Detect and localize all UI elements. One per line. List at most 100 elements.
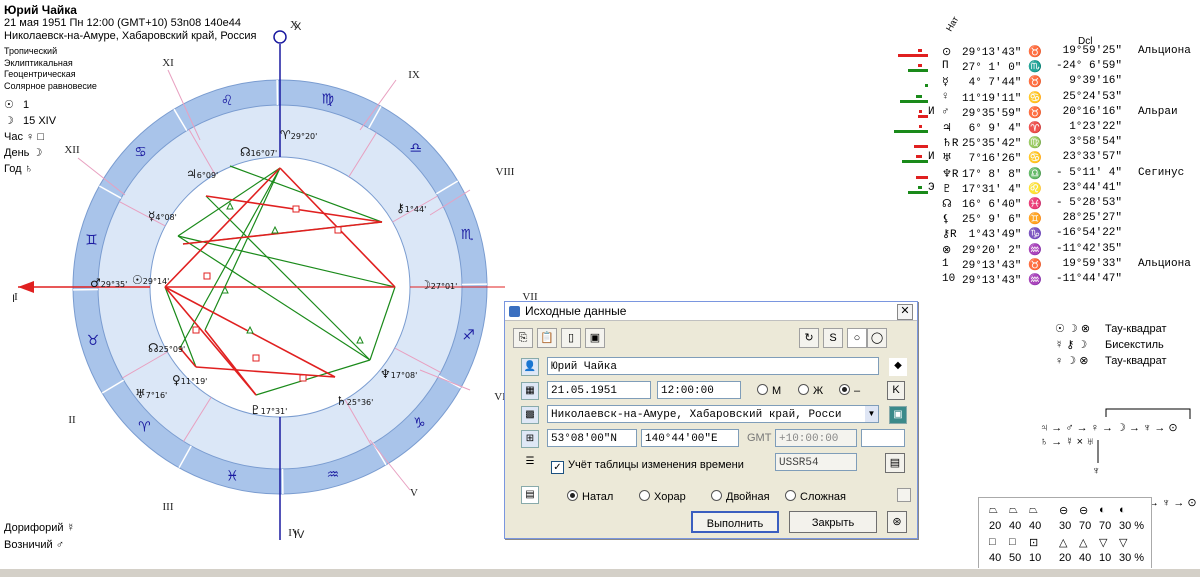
planet-declination: -16°54'22" <box>1056 227 1122 239</box>
list-icon[interactable]: ▤ <box>521 486 539 504</box>
sex-none-radio[interactable]: – <box>839 384 860 397</box>
large-circle-toggle[interactable]: ◯ <box>867 328 887 348</box>
chart-settings: Тропический Эклиптикальная Геоцентрическ… <box>4 46 97 92</box>
house-label: XII <box>64 144 80 156</box>
strength-bar <box>918 49 922 52</box>
aspect-icon: ⊡ <box>1029 536 1038 549</box>
orb-value: 30 % <box>1119 552 1144 564</box>
planet-declination: -11°44'47" <box>1056 273 1122 285</box>
map-icon[interactable]: ▩ <box>521 406 539 424</box>
radio-dot <box>839 384 850 395</box>
person-icon[interactable]: 👤 <box>521 358 539 376</box>
fixed-star: Альциона <box>1138 45 1191 57</box>
swap-icon[interactable]: S <box>823 328 843 348</box>
planet-glyph-icon: ♈ <box>280 128 291 142</box>
latitude-field[interactable]: 53°08'00"N <box>547 429 637 447</box>
calendar-icon[interactable]: ▦ <box>521 382 539 400</box>
orb-value: 10 <box>1099 552 1111 564</box>
house-label: IX <box>408 69 420 81</box>
planet-position: 6° 9' 4" ♈ <box>962 121 1042 135</box>
sex-male-radio[interactable]: М <box>757 384 781 397</box>
planet-degree: 7°16' <box>146 391 167 400</box>
rotate-icon[interactable]: ↻ <box>799 328 819 348</box>
planet-declination: 23°44'41" <box>1056 182 1122 194</box>
aspect-marker-square <box>253 355 259 361</box>
planet-glyph-icon: ♇ <box>942 182 952 196</box>
planet-position: 29°35'59" ♉ <box>962 106 1042 120</box>
planet-glyph-icon: ♆R <box>942 167 958 181</box>
day-ruler: День ☽ <box>4 145 56 161</box>
extra-field[interactable] <box>861 429 905 447</box>
new-document-icon[interactable]: ▯ <box>561 328 581 348</box>
planet-position: 7°16'26" ♋ <box>962 151 1042 165</box>
timetable-checkbox[interactable]: ✓Учёт таблицы изменения времени <box>551 459 744 474</box>
notes-icon[interactable]: ▤ <box>885 453 905 473</box>
planet-degree: 27°01' <box>431 282 458 291</box>
chart-type-horary[interactable]: Хорар <box>639 490 686 503</box>
name-field[interactable]: Юрий Чайка <box>547 357 879 375</box>
aspect-marker-square <box>204 273 210 279</box>
expand-button[interactable] <box>897 488 911 502</box>
coordinates-icon[interactable]: ⊞ <box>521 430 539 448</box>
planet-mark: И <box>928 106 935 118</box>
save-icon[interactable]: ▣ <box>585 328 605 348</box>
dialog-titlebar[interactable]: Исходные данные <box>505 302 917 321</box>
gmt-field[interactable]: +10:00:00 <box>775 429 857 447</box>
planet-degree: 29°14' <box>143 277 170 286</box>
planet-glyph-icon: ☿ <box>148 209 155 223</box>
planet-position: 25° 9' 6" ♊ <box>962 212 1042 226</box>
run-button[interactable]: Выполнить <box>691 511 779 533</box>
chevron-down-icon[interactable]: ▼ <box>865 406 878 422</box>
dispositor-lines <box>1040 405 1198 495</box>
initial-data-dialog: Исходные данные ✕ ⎘ 📋 ▯ ▣ ↻ S ○ ◯ 👤 Юрий… <box>504 301 918 539</box>
chart-type-double[interactable]: Двойная <box>711 490 770 503</box>
planet-glyph-icon: ♂ <box>942 106 949 118</box>
date-field[interactable]: 21.05.1951 <box>547 381 651 399</box>
atlas-icon[interactable]: ▣ <box>889 406 907 424</box>
planet-declination: 3°58'54" <box>1056 136 1122 148</box>
strength-bar <box>925 84 928 87</box>
planet-glyph-icon: ⊙ <box>942 45 951 59</box>
planet-glyph-icon: ♀ <box>172 373 181 387</box>
table-icon[interactable]: ☰ <box>521 454 539 472</box>
paste-icon[interactable]: 📋 <box>537 328 557 348</box>
strength-bar <box>900 100 928 103</box>
aspect-icon: ▽ <box>1099 536 1107 549</box>
house-label: III <box>163 501 174 513</box>
setting-houses: Солярное равновесие <box>4 81 97 93</box>
aspect-configurations: ☉ ☽ ⊗Тау-квадрат ☿ ⚷ ☽Бисекстиль ♀ ☽ ⊗Та… <box>1055 321 1166 369</box>
chart-type-complex[interactable]: Сложная <box>785 490 846 503</box>
place-select[interactable]: Николаевск-на-Амуре, Хабаровский край, Р… <box>547 405 879 423</box>
planet-degree: 16°07' <box>251 149 278 158</box>
planet-degree: 17°08' <box>391 371 418 380</box>
shield-icon[interactable]: ◆ <box>889 358 907 376</box>
aspect-marker-square <box>300 375 306 381</box>
aspect-icon: ⏢ <box>989 504 998 517</box>
orb-value: 70 <box>1099 520 1111 532</box>
small-circle-toggle[interactable]: ○ <box>847 328 867 348</box>
copy-icon[interactable]: ⎘ <box>513 328 533 348</box>
planet-declination: -24° 6'59" <box>1056 60 1122 72</box>
orb-value: 10 <box>1029 552 1041 564</box>
planet-glyph-icon: ♅ <box>135 387 146 401</box>
close-icon[interactable]: ✕ <box>897 304 913 320</box>
strength-bar <box>902 160 928 163</box>
close-button[interactable]: Закрыть <box>789 511 877 533</box>
aspect-config-row: ☿ ⚷ ☽Бисекстиль <box>1055 337 1166 353</box>
sex-female-radio[interactable]: Ж <box>798 384 823 397</box>
planet-declination: -11°42'35" <box>1056 243 1122 255</box>
app-icon <box>509 306 520 317</box>
aspect-marker-square <box>293 206 299 212</box>
k-button[interactable]: K <box>887 381 905 400</box>
aspect-icon: ⊖ <box>1079 504 1088 517</box>
planet-glyph-icon: ⚷ <box>396 201 405 215</box>
wheel-icon[interactable]: ⊛ <box>887 511 907 533</box>
longitude-field[interactable]: 140°44'00"E <box>641 429 739 447</box>
fixed-star: Альциона <box>1138 258 1191 270</box>
chart-type-natal[interactable]: Натал <box>567 490 613 503</box>
planet-declination: 28°25'27" <box>1056 212 1122 224</box>
birth-datetime: 21 мая 1951 Пн 12:00 (GMT+10) 53n08 140e… <box>4 17 256 30</box>
timetable-field[interactable]: USSR54 <box>775 453 857 471</box>
time-field[interactable]: 12:00:00 <box>657 381 741 399</box>
planet-degree: 29°35' <box>101 280 128 289</box>
